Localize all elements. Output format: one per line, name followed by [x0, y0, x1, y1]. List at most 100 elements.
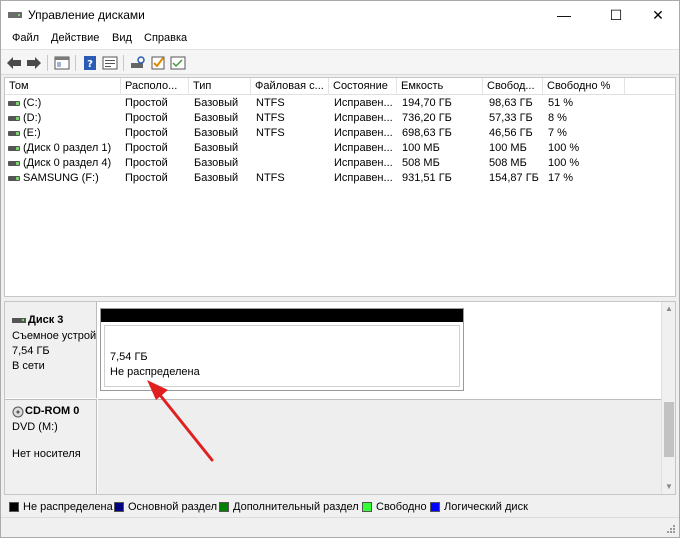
- volume-free-space: 57,33 ГБ: [489, 112, 533, 124]
- legend-logical: Логический диск: [430, 501, 528, 513]
- volume-icon: [8, 146, 20, 151]
- close-button[interactable]: ✕: [635, 1, 680, 29]
- settings-button[interactable]: [169, 54, 187, 72]
- toolbar-separator: [123, 55, 124, 71]
- volume-capacity: 736,20 ГБ: [402, 112, 452, 124]
- disk-3-label[interactable]: Диск 3 Съемное устройство 7,54 ГБ В сети: [5, 302, 97, 398]
- partition-status: Не распределена: [110, 366, 200, 378]
- disk-management-window: Управление дисками — ☐ ✕ Файл Действие В…: [0, 0, 680, 538]
- volume-icon: [8, 176, 20, 181]
- disk-3-status: В сети: [12, 360, 45, 372]
- volume-capacity: 698,63 ГБ: [402, 127, 452, 139]
- menu-file[interactable]: Файл: [12, 32, 39, 44]
- volume-layout: Простой: [125, 127, 168, 139]
- check-icon: [151, 56, 165, 70]
- removable-disk-icon: [12, 318, 26, 323]
- forward-arrow-icon: [27, 57, 41, 69]
- table-row[interactable]: (E:) Простой Базовый NTFS Исправен... 69…: [5, 126, 675, 141]
- toolbar-separator: [47, 55, 48, 71]
- minimize-icon: —: [557, 7, 571, 23]
- volume-free-percent: 8 %: [548, 112, 567, 124]
- volume-free-percent: 100 %: [548, 142, 580, 154]
- cdrom-name: CD-ROM 0: [25, 405, 80, 417]
- volume-status: Исправен...: [334, 157, 393, 169]
- volume-capacity: 508 МБ: [402, 157, 440, 169]
- help-button[interactable]: ?: [81, 54, 99, 72]
- minimize-button[interactable]: —: [541, 1, 587, 29]
- scroll-up-icon[interactable]: ▲: [664, 304, 674, 314]
- volume-free-percent: 7 %: [548, 127, 567, 139]
- disk-map-panel: Диск 3 Съемное устройство 7,54 ГБ В сети…: [4, 301, 676, 495]
- column-header-capacity[interactable]: Емкость: [397, 78, 483, 95]
- scroll-thumb[interactable]: [664, 402, 674, 457]
- maximize-button[interactable]: ☐: [593, 1, 639, 29]
- maximize-icon: ☐: [609, 6, 623, 23]
- check-button[interactable]: [149, 54, 167, 72]
- volume-layout: Простой: [125, 157, 168, 169]
- volume-free-space: 46,56 ГБ: [489, 127, 533, 139]
- legend-unallocated: Не распределена: [9, 501, 113, 513]
- column-header-type[interactable]: Тип: [189, 78, 251, 95]
- close-icon: ✕: [652, 6, 664, 23]
- column-header-status[interactable]: Состояние: [329, 78, 397, 95]
- legend-swatch: [430, 502, 440, 512]
- volume-name: SAMSUNG (F:): [23, 172, 99, 184]
- column-header-volume[interactable]: Том: [5, 78, 121, 95]
- properties-icon: [102, 56, 118, 70]
- column-header-free-space[interactable]: Свобод...: [483, 78, 543, 95]
- column-header-free-percent[interactable]: Свободно %: [543, 78, 625, 95]
- table-header: Том Располо... Тип Файловая с... Состоян…: [5, 78, 675, 95]
- volume-type: Базовый: [194, 127, 239, 139]
- resize-grip-icon[interactable]: [666, 524, 676, 534]
- column-header-layout[interactable]: Располо...: [121, 78, 189, 95]
- disk-3-type: Съемное устройство: [12, 330, 96, 342]
- volume-icon: [8, 116, 20, 121]
- menu-bar: Файл Действие Вид Справка: [1, 29, 679, 49]
- legend-label: Свободно: [376, 501, 427, 513]
- disk-map-scrollbar[interactable]: ▲ ▼: [661, 302, 675, 494]
- cdrom-label[interactable]: CD-ROM 0 DVD (M:) Нет носителя: [5, 399, 97, 494]
- back-button[interactable]: [5, 54, 23, 72]
- volume-list[interactable]: Том Располо... Тип Файловая с... Состоян…: [4, 77, 676, 297]
- menu-view[interactable]: Вид: [112, 32, 132, 44]
- console-tree-button[interactable]: [53, 54, 71, 72]
- unallocated-partition[interactable]: 7,54 ГБ Не распределена: [100, 308, 464, 391]
- disk-3-name: Диск 3: [28, 314, 64, 326]
- legend-swatch: [219, 502, 229, 512]
- rescan-icon: [131, 56, 145, 68]
- volume-icon: [8, 161, 20, 166]
- column-header-filesystem[interactable]: Файловая с...: [251, 78, 329, 95]
- volume-filesystem: NTFS: [256, 112, 285, 124]
- table-row[interactable]: (Диск 0 раздел 1) Простой Базовый Исправ…: [5, 141, 675, 156]
- legend-swatch: [362, 502, 372, 512]
- volume-filesystem: [256, 141, 328, 156]
- legend-free: Свободно: [362, 501, 427, 513]
- volume-type: Базовый: [194, 97, 239, 109]
- volume-name: (Диск 0 раздел 4): [23, 157, 112, 169]
- legend-swatch: [114, 502, 124, 512]
- menu-help[interactable]: Справка: [144, 32, 187, 44]
- volume-name: (E:): [23, 127, 41, 139]
- volume-type: Базовый: [194, 172, 239, 184]
- scroll-down-icon[interactable]: ▼: [664, 482, 674, 492]
- rescan-button[interactable]: [129, 54, 147, 72]
- legend-label: Дополнительный раздел: [233, 501, 359, 513]
- volume-filesystem: NTFS: [256, 172, 285, 184]
- menu-action[interactable]: Действие: [51, 32, 99, 44]
- cdrom-partitions: [98, 399, 662, 494]
- volume-filesystem: NTFS: [256, 127, 285, 139]
- properties-button[interactable]: [101, 54, 119, 72]
- forward-button[interactable]: [25, 54, 43, 72]
- legend-primary: Основной раздел: [114, 501, 217, 513]
- table-row[interactable]: SAMSUNG (F:) Простой Базовый NTFS Исправ…: [5, 171, 675, 186]
- title-bar[interactable]: Управление дисками — ☐ ✕: [1, 1, 679, 29]
- settings-icon: [170, 56, 186, 70]
- table-row[interactable]: (D:) Простой Базовый NTFS Исправен... 73…: [5, 111, 675, 126]
- table-row[interactable]: (Диск 0 раздел 4) Простой Базовый Исправ…: [5, 156, 675, 171]
- unallocated-color-bar: [101, 309, 463, 322]
- volume-free-space: 100 МБ: [489, 142, 527, 154]
- volume-type: Базовый: [194, 157, 239, 169]
- volume-layout: Простой: [125, 112, 168, 124]
- console-tree-icon: [54, 56, 70, 70]
- table-row[interactable]: (C:) Простой Базовый NTFS Исправен... 19…: [5, 96, 675, 111]
